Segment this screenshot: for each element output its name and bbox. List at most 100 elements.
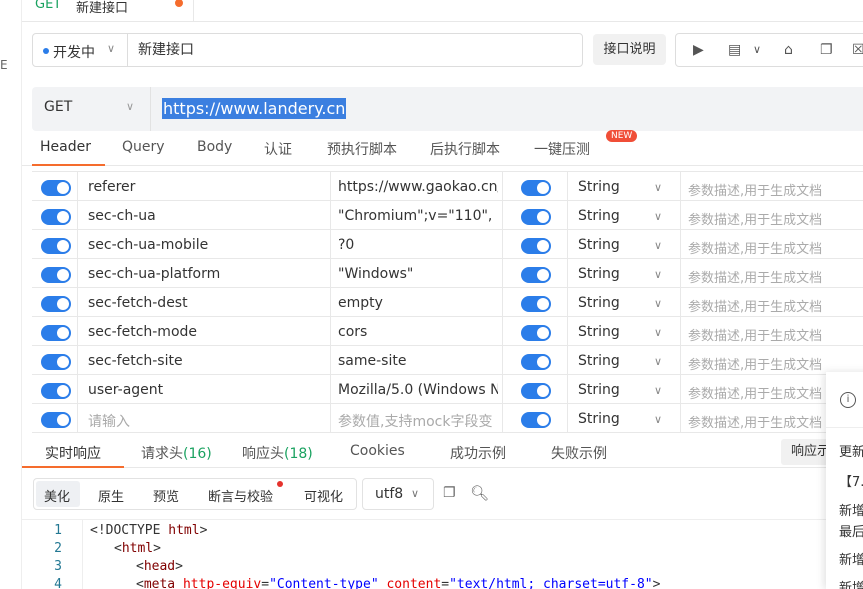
enable-toggle[interactable]: [41, 180, 71, 196]
document-tab-bar: GET 新建接口: [22, 0, 863, 22]
param-key[interactable]: sec-ch-ua-mobile: [88, 237, 208, 253]
tab-fail-example[interactable]: 失败示例: [551, 443, 607, 463]
param-desc-input[interactable]: 参数描述,用于生成文档: [688, 209, 822, 228]
required-toggle[interactable]: [521, 325, 551, 341]
param-desc-input[interactable]: 参数描述,用于生成文档: [688, 412, 822, 431]
enable-toggle[interactable]: [41, 296, 71, 312]
tab-pre-script[interactable]: 预执行脚本: [327, 139, 397, 159]
run-icon[interactable]: ▶: [693, 42, 704, 58]
required-toggle[interactable]: [521, 412, 551, 428]
param-type-select[interactable]: String: [578, 266, 620, 282]
tab-request-headers[interactable]: 请求头(16): [141, 443, 212, 463]
param-desc-input[interactable]: 参数描述,用于生成文档: [688, 267, 822, 286]
tab-body[interactable]: Body: [197, 139, 232, 155]
method-select[interactable]: GET ∨: [32, 87, 151, 131]
enable-toggle[interactable]: [41, 383, 71, 399]
param-value[interactable]: Mozilla/5.0 (Windows N: [338, 382, 498, 398]
enable-toggle[interactable]: [41, 267, 71, 283]
view-preview[interactable]: 预览: [153, 486, 179, 505]
param-value[interactable]: cors: [338, 324, 498, 340]
header-row: sec-fetch-mode cors String ∨ 参数描述,用于生成文档: [32, 317, 863, 346]
enable-toggle[interactable]: [41, 354, 71, 370]
param-value[interactable]: same-site: [338, 353, 498, 369]
save-icon[interactable]: ▤: [728, 42, 741, 58]
param-value[interactable]: empty: [338, 295, 498, 311]
tab-stress-test[interactable]: 一键压测: [534, 139, 590, 159]
api-name-input[interactable]: 新建接口: [127, 33, 583, 67]
enable-toggle[interactable]: [41, 412, 71, 428]
code-line-3: <head>: [136, 559, 183, 574]
param-key[interactable]: sec-fetch-site: [88, 353, 183, 369]
param-value[interactable]: "Chromium";v="110",: [338, 208, 498, 224]
param-value[interactable]: "Windows": [338, 266, 498, 282]
param-type-select[interactable]: String: [578, 295, 620, 311]
required-toggle[interactable]: [521, 267, 551, 283]
copy-icon[interactable]: ❐: [820, 42, 833, 58]
view-visualize[interactable]: 可视化: [304, 486, 343, 505]
code-token: =: [441, 577, 450, 589]
param-type-select[interactable]: String: [578, 324, 620, 340]
required-toggle[interactable]: [521, 296, 551, 312]
required-toggle[interactable]: [521, 238, 551, 254]
api-doc-button[interactable]: 接口说明: [593, 34, 666, 65]
param-type-select[interactable]: String: [578, 237, 620, 253]
param-key[interactable]: sec-fetch-dest: [88, 295, 188, 311]
request-headers-count: (16): [183, 446, 212, 462]
chevron-down-icon: ∨: [654, 268, 663, 281]
required-toggle[interactable]: [521, 383, 551, 399]
param-value[interactable]: https://www.gaokao.cn/: [338, 179, 498, 195]
chevron-down-icon: ∨: [654, 239, 663, 252]
enable-toggle[interactable]: [41, 209, 71, 225]
param-value-input[interactable]: 参数值,支持mock字段变: [338, 411, 498, 431]
required-toggle[interactable]: [521, 354, 551, 370]
param-key[interactable]: sec-ch-ua-platform: [88, 266, 220, 282]
tab-header[interactable]: Header: [40, 139, 91, 155]
enable-toggle[interactable]: [41, 238, 71, 254]
code-token: >: [652, 577, 661, 589]
chevron-down-icon[interactable]: ∨: [753, 43, 761, 56]
status-select[interactable]: 开发中 ∨: [32, 33, 128, 67]
required-toggle[interactable]: [521, 180, 551, 196]
view-assertions[interactable]: 断言与校验: [208, 486, 273, 505]
tab-response-headers[interactable]: 响应头(18): [242, 443, 313, 463]
copy-icon[interactable]: ❐: [443, 485, 456, 501]
chevron-down-icon: ∨: [654, 326, 663, 339]
param-desc-input[interactable]: 参数描述,用于生成文档: [688, 296, 822, 315]
tab-cookies[interactable]: Cookies: [350, 443, 405, 459]
tab-auth[interactable]: 认证: [264, 139, 292, 159]
encoding-select[interactable]: utf8 ∨: [362, 478, 434, 510]
param-key[interactable]: sec-ch-ua: [88, 208, 156, 224]
code-token: =: [261, 577, 270, 589]
enable-toggle[interactable]: [41, 325, 71, 341]
close-icon[interactable]: ☒: [852, 42, 863, 58]
param-type-select[interactable]: String: [578, 382, 620, 398]
param-desc-input[interactable]: 参数描述,用于生成文档: [688, 383, 822, 402]
param-type-select[interactable]: String: [578, 179, 620, 195]
view-raw[interactable]: 原生: [98, 486, 124, 505]
param-key-input[interactable]: 请输入: [88, 411, 130, 431]
param-value[interactable]: ?0: [338, 237, 498, 253]
tab-success-example[interactable]: 成功示例: [450, 443, 506, 463]
param-desc-input[interactable]: 参数描述,用于生成文档: [688, 238, 822, 257]
param-type-select[interactable]: String: [578, 208, 620, 224]
param-key[interactable]: user-agent: [88, 382, 163, 398]
response-code-editor[interactable]: 1 2 3 4 <!DOCTYPE html> <html> <head> <m…: [22, 519, 827, 589]
required-toggle[interactable]: [521, 209, 551, 225]
param-type-select[interactable]: String: [578, 353, 620, 369]
param-key[interactable]: referer: [88, 179, 135, 195]
chevron-down-icon: ∨: [654, 210, 663, 223]
param-desc-input[interactable]: 参数描述,用于生成文档: [688, 325, 822, 344]
view-beautify[interactable]: 美化: [44, 486, 70, 505]
tab-query[interactable]: Query: [122, 139, 165, 155]
url-input[interactable]: https://www.landery.cn: [162, 98, 347, 119]
tab-post-script[interactable]: 后执行脚本: [430, 139, 500, 159]
param-desc-input[interactable]: 参数描述,用于生成文档: [688, 180, 822, 199]
param-type-select[interactable]: String: [578, 411, 620, 427]
code-token: >: [153, 541, 161, 556]
document-tab[interactable]: GET 新建接口: [22, 0, 194, 22]
param-key[interactable]: sec-fetch-mode: [88, 324, 197, 340]
param-desc-input[interactable]: 参数描述,用于生成文档: [688, 354, 822, 373]
tab-realtime-response[interactable]: 实时响应: [45, 443, 101, 463]
search-icon[interactable]: 🔍︎: [470, 484, 489, 502]
lock-icon[interactable]: ⌂: [784, 42, 793, 58]
